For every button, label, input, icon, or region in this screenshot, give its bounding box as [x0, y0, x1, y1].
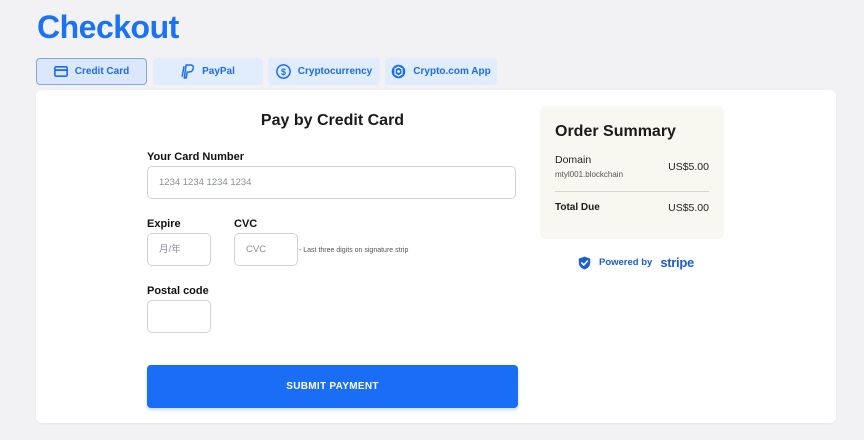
stripe-logo: stripe — [660, 255, 694, 270]
postal-code-input[interactable] — [147, 300, 211, 333]
crypto-com-icon — [391, 64, 406, 79]
card-number-label: Your Card Number — [147, 151, 244, 163]
tab-cryptocurrency[interactable]: $ Cryptocurrency — [268, 58, 380, 85]
powered-by-stripe: Powered by stripe — [578, 255, 694, 270]
tab-label: Credit Card — [74, 66, 130, 77]
form-title: Pay by Credit Card — [260, 112, 405, 129]
expire-input[interactable] — [147, 233, 211, 266]
summary-total-label: Total Due — [555, 202, 600, 213]
cvc-input[interactable] — [234, 233, 298, 266]
submit-payment-button[interactable]: SUBMIT PAYMENT — [147, 365, 518, 408]
tab-label: PayPal — [202, 66, 235, 77]
powered-by-text: Powered by — [599, 257, 653, 268]
summary-item-detail: mtyl001.blockchain — [555, 170, 624, 179]
paypal-icon — [181, 64, 195, 79]
cvc-hint: - Last three digits on signature strip — [299, 247, 409, 254]
tab-paypal[interactable]: PayPal — [153, 58, 263, 85]
cvc-label: CVC — [234, 218, 258, 230]
summary-item-price: US$5.00 — [668, 161, 709, 173]
tab-credit-card[interactable]: Credit Card — [36, 58, 147, 85]
summary-total-value: US$5.00 — [668, 202, 709, 214]
tab-label: Cryptocurrency — [297, 66, 373, 77]
tab-label: Crypto.com App — [413, 66, 491, 77]
page-title: Checkout — [37, 9, 179, 45]
shield-check-icon — [578, 256, 591, 269]
svg-text:$: $ — [281, 67, 286, 77]
summary-divider — [555, 191, 709, 192]
card-number-input[interactable] — [147, 166, 516, 199]
postal-code-label: Postal code — [147, 285, 209, 297]
summary-item-name: Domain — [555, 154, 592, 166]
tab-crypto-com-app[interactable]: Crypto.com App — [385, 58, 497, 85]
credit-card-icon — [53, 66, 68, 77]
crypto-icon: $ — [275, 64, 291, 79]
expire-label: Expire — [147, 218, 181, 230]
order-summary: Order Summary Domain mtyl001.blockchain … — [540, 106, 724, 239]
order-summary-title: Order Summary — [555, 123, 676, 140]
